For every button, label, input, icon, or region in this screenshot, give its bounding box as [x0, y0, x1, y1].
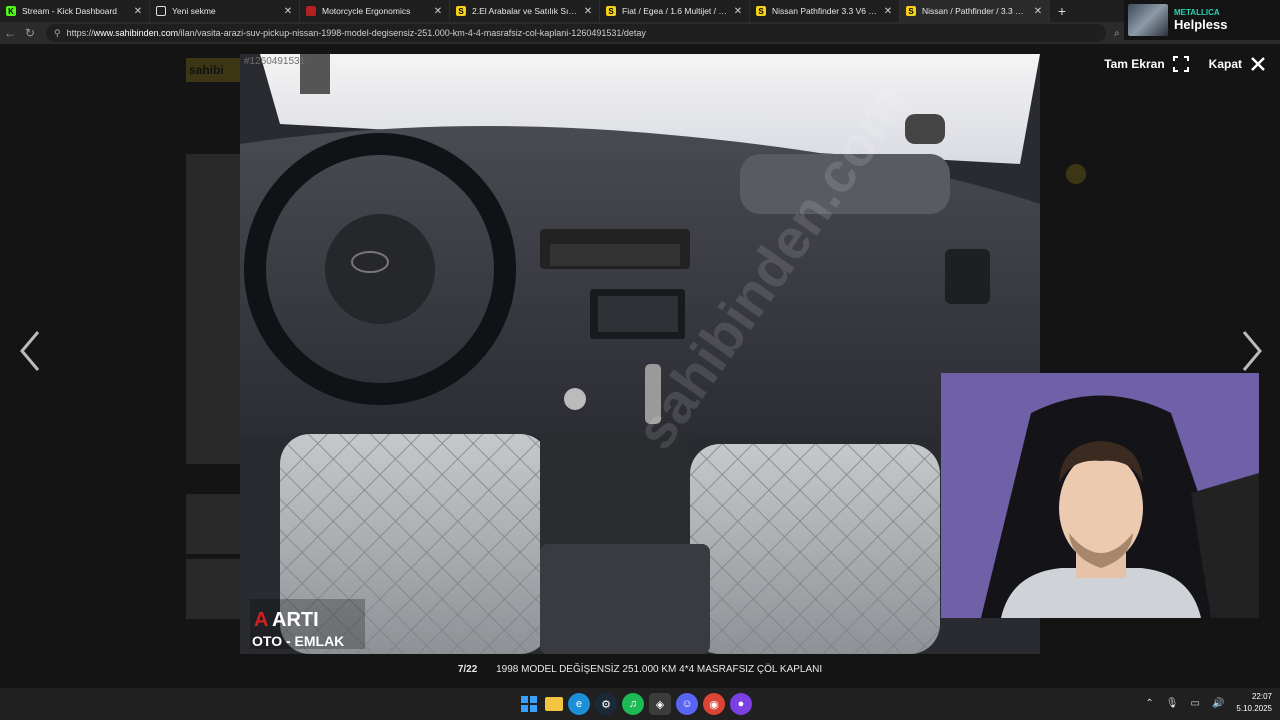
close-tab-icon[interactable]: ✕: [733, 6, 743, 17]
microphone-icon[interactable]: 🎙: [1166, 698, 1179, 709]
tab-title: Fiat / Egea / 1.6 Multijet / Easy / 2: [622, 6, 727, 16]
tab-pathfinder-ilan[interactable]: S Nissan / Pathfinder / 3.3 V6 / 199 ✕: [900, 0, 1050, 22]
clock-date: 5.10.2025: [1236, 704, 1272, 713]
tab-title: Nissan Pathfinder 3.3 V6 Fiyatları: [772, 6, 877, 16]
discord-icon[interactable]: ☺: [676, 693, 698, 715]
url-scheme: https://: [66, 28, 94, 38]
clock[interactable]: 22:07 5.10.2025: [1236, 691, 1272, 715]
app-icon[interactable]: ◈: [649, 693, 671, 715]
back-icon[interactable]: ←: [0, 26, 20, 40]
chevron-up-icon[interactable]: ⌃: [1145, 698, 1153, 709]
spotify-icon[interactable]: ♫: [622, 693, 644, 715]
steam-icon[interactable]: ⚙: [595, 693, 617, 715]
url-host: www.sahibinden.com: [93, 28, 179, 38]
sahibinden-icon: S: [906, 6, 916, 16]
car-interior-image: sahibinden.com A ARTI OTO - EMLAK: [240, 54, 1040, 654]
windows-start-icon[interactable]: [518, 693, 540, 715]
site-logo: sahibi: [186, 58, 242, 82]
tab-new[interactable]: Yeni sekme ✕: [150, 0, 300, 22]
fullscreen-button[interactable]: Tam Ekran: [1104, 56, 1189, 72]
fullscreen-label: Tam Ekran: [1104, 57, 1165, 71]
fullscreen-icon: [1172, 56, 1189, 72]
volume-icon[interactable]: 🔊: [1212, 698, 1224, 709]
close-button[interactable]: Kapat: [1209, 56, 1266, 72]
tab-pathfinder-fiyatlari[interactable]: S Nissan Pathfinder 3.3 V6 Fiyatları ✕: [750, 0, 900, 22]
close-icon: [1251, 57, 1265, 71]
new-tab-button[interactable]: +: [1050, 0, 1074, 22]
photo-id: #1260491531: [244, 56, 306, 67]
photo-counter: 7/22: [457, 664, 478, 675]
taskbar: e ⚙ ♫ ◈ ☺ ◉ ● ⌃ 🎙 ▭ 🔊 22:07 5.10.2025: [0, 688, 1280, 720]
network-icon[interactable]: ▭: [1191, 698, 1200, 709]
close-tab-icon[interactable]: ✕: [1033, 6, 1043, 17]
photo-caption: 7/22 1998 MODEL DEĞİŞENSİZ 251.000 KM 4*…: [0, 664, 1280, 675]
page-icon: [156, 6, 166, 16]
close-tab-icon[interactable]: ✕: [583, 6, 593, 17]
svg-text:A: A: [254, 609, 268, 631]
bg-badge: [1066, 164, 1086, 184]
dealer-logo-name: ARTI: [272, 609, 319, 631]
lock-icon: ⚲: [54, 27, 61, 38]
tab-fiat-egea[interactable]: S Fiat / Egea / 1.6 Multijet / Easy / 2 …: [600, 0, 750, 22]
sahibinden-icon: S: [456, 6, 466, 16]
close-label: Kapat: [1208, 57, 1242, 71]
previous-photo-button[interactable]: [16, 326, 46, 376]
chevron-right-icon: [1242, 331, 1262, 371]
tab-kick-dashboard[interactable]: K Stream - Kick Dashboard ✕: [0, 0, 150, 22]
bg-thumb: [186, 559, 246, 619]
close-tab-icon[interactable]: ✕: [883, 6, 893, 17]
dealer-logo: A ARTI OTO - EMLAK: [250, 599, 365, 649]
obs-icon[interactable]: ●: [730, 693, 752, 715]
tab-sahibinden-arabalar[interactable]: S 2.El Arabalar ve Satılık Sıfır Km Ot ✕: [450, 0, 600, 22]
chrome-icon[interactable]: ◉: [703, 693, 725, 715]
close-tab-icon[interactable]: ✕: [283, 6, 293, 17]
bg-thumb: [186, 494, 246, 554]
moto-icon: [306, 6, 316, 16]
tab-title: Stream - Kick Dashboard: [22, 6, 117, 16]
tab-motorcycle-ergonomics[interactable]: Motorcycle Ergonomics ✕: [300, 0, 450, 22]
album-art: [1128, 4, 1168, 36]
next-photo-button[interactable]: [1236, 326, 1266, 376]
zoom-icon[interactable]: ⌕: [1114, 28, 1120, 39]
close-tab-icon[interactable]: ✕: [433, 6, 443, 17]
chevron-left-icon: [20, 331, 40, 371]
tab-title: 2.El Arabalar ve Satılık Sıfır Km Ot: [472, 6, 577, 16]
sahibinden-icon: S: [606, 6, 616, 16]
tab-bar: K Stream - Kick Dashboard ✕ Yeni sekme ✕…: [0, 0, 1280, 22]
tab-title: Motorcycle Ergonomics: [322, 6, 411, 16]
file-explorer-icon[interactable]: [545, 697, 563, 711]
kick-icon: K: [6, 6, 16, 16]
artist-name: METALLICA: [1174, 8, 1220, 17]
webcam-overlay: [941, 373, 1259, 618]
tab-title: Yeni sekme: [172, 6, 216, 16]
song-title: Helpless: [1174, 17, 1228, 32]
clock-time: 22:07: [1251, 692, 1272, 701]
address-bar[interactable]: ⚲ https:// www.sahibinden.com /ilan/vasi…: [46, 24, 1106, 42]
listing-photo[interactable]: sahibinden.com A ARTI OTO - EMLAK: [240, 54, 1040, 654]
bg-panel: [186, 154, 246, 464]
now-playing-overlay: METALLICA Helpless: [1124, 0, 1280, 40]
url-path: /ilan/vasita-arazi-suv-pickup-nissan-199…: [178, 28, 646, 38]
streamer-image: [941, 373, 1259, 618]
address-bar-row: ← ↻ ⚲ https:// www.sahibinden.com /ilan/…: [0, 22, 1280, 44]
sahibinden-icon: S: [756, 6, 766, 16]
close-tab-icon[interactable]: ✕: [133, 6, 143, 17]
dealer-logo-subtitle: OTO - EMLAK: [252, 633, 344, 649]
reload-icon[interactable]: ↻: [20, 26, 40, 40]
caption-text: 1998 MODEL DEĞİŞENSİZ 251.000 KM 4*4 MAS…: [496, 664, 823, 675]
tab-title: Nissan / Pathfinder / 3.3 V6 / 199: [922, 6, 1027, 16]
edge-browser-icon[interactable]: e: [568, 693, 590, 715]
